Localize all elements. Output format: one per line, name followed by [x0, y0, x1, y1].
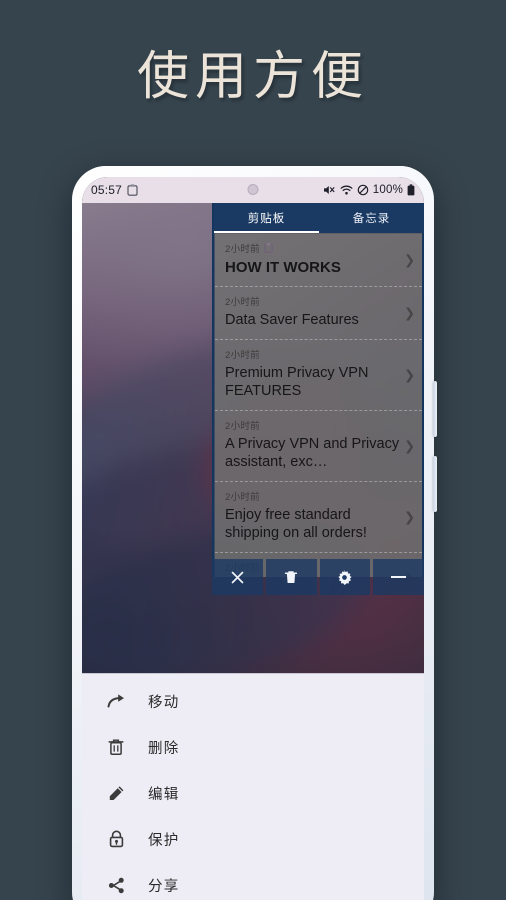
phone-mockup: 05:57 100% 剪贴板 备忘录 2小时前 HOW IT WORKS ❯ 2… [72, 166, 437, 900]
menu-item-protect-label: 保护 [148, 832, 180, 849]
menu-item-share-label: 分享 [148, 878, 180, 895]
trash-icon [106, 738, 126, 756]
close-icon [230, 570, 245, 585]
share-nodes-icon [106, 877, 126, 894]
list-item-meta: 2小时前 [225, 294, 400, 308]
menu-item-share[interactable]: 分享 [82, 862, 424, 900]
battery-percent: 100% [372, 184, 403, 196]
wifi-icon [340, 184, 353, 196]
list-item-time: 2小时前 [225, 349, 260, 361]
clipboard-window: 剪贴板 备忘录 2小时前 HOW IT WORKS ❯ 2小时前 Data Sa… [212, 203, 424, 577]
tab-memo-label: 备忘录 [352, 213, 391, 225]
promo-screenshot: 使用方便 05:57 100% 剪贴板 备忘录 2小时前 HOW IT WORK… [0, 0, 506, 900]
list-item-meta: 2小时前 [225, 489, 400, 503]
list-item[interactable]: 2小时前 A Privacy VPN and Privacy assistant… [215, 411, 422, 482]
delete-button[interactable] [265, 559, 317, 595]
tab-bar: 剪贴板 备忘录 [214, 203, 424, 233]
menu-item-move[interactable]: 移动 [82, 678, 424, 724]
context-menu: 移动 删除 编辑 保护 分享 [82, 673, 424, 900]
clipboard-icon [264, 243, 273, 253]
tab-memo[interactable]: 备忘录 [319, 203, 424, 233]
share-arrow-icon [106, 693, 126, 709]
volume-down-button[interactable] [433, 456, 437, 512]
close-button[interactable] [212, 559, 263, 595]
status-time: 05:57 [91, 183, 123, 197]
minimize-icon [391, 576, 407, 578]
do-not-disturb-icon [357, 184, 369, 196]
list-item-meta: 2小时前 [225, 418, 400, 432]
trash-icon [284, 570, 298, 585]
tab-clipboard-label: 剪贴板 [247, 213, 286, 225]
chevron-right-icon: ❯ [404, 252, 415, 268]
tab-clipboard[interactable]: 剪贴板 [214, 203, 319, 233]
volume-up-button[interactable] [433, 381, 437, 437]
menu-item-protect[interactable]: 保护 [82, 816, 424, 862]
camera-punch-hole [247, 184, 259, 195]
list-item[interactable]: 2小时前 HOW IT WORKS ❯ [215, 233, 422, 288]
status-bar-left: 05:57 [91, 183, 138, 197]
chevron-right-icon: ❯ [404, 438, 415, 454]
menu-item-delete-label: 删除 [148, 740, 180, 757]
list-item-text: Data Saver Features [225, 312, 359, 329]
list-item-text: HOW IT WORKS [225, 259, 341, 276]
menu-item-edit-label: 编辑 [148, 786, 180, 803]
minimize-button[interactable] [373, 559, 424, 595]
list-item-time: 2小时前 [225, 420, 260, 432]
lock-icon [106, 830, 126, 848]
chevron-right-icon: ❯ [404, 305, 415, 321]
list-item-time: 2小时前 [225, 491, 260, 503]
page-title: 使用方便 [136, 48, 369, 106]
battery-full-icon [407, 184, 415, 196]
pencil-icon [106, 785, 126, 802]
list-item-meta: 2小时前 [225, 241, 400, 255]
list-item-text: Enjoy free standard shipping on all orde… [225, 506, 367, 542]
phone-screen: 05:57 100% 剪贴板 备忘录 2小时前 HOW IT WORKS ❯ 2… [82, 177, 424, 900]
mute-icon [323, 184, 336, 196]
chevron-right-icon: ❯ [404, 367, 415, 383]
list-item[interactable]: 2小时前 Enjoy free standard shipping on all… [215, 482, 422, 554]
clipboard-icon [127, 184, 138, 196]
menu-item-delete[interactable]: 删除 [82, 724, 424, 770]
list-item[interactable]: 2小时前 Premium Privacy VPN FEATURES ❯ [215, 340, 422, 411]
list-item-time: 2小时前 [225, 297, 260, 309]
clipboard-toolbar [212, 559, 424, 595]
list-item-text: Premium Privacy VPN FEATURES [225, 364, 369, 400]
status-bar-right: 100% [323, 184, 415, 196]
list-item-text: A Privacy VPN and Privacy assistant, exc… [225, 435, 400, 471]
menu-item-edit[interactable]: 编辑 [82, 770, 424, 816]
gear-icon [337, 569, 352, 585]
list-item[interactable]: 2小时前 Data Saver Features ❯ [215, 287, 422, 340]
settings-button[interactable] [319, 559, 371, 595]
chevron-right-icon: ❯ [404, 509, 415, 525]
list-item-meta: 2小时前 [225, 347, 400, 361]
menu-item-move-label: 移动 [148, 694, 180, 711]
clipboard-list[interactable]: 2小时前 HOW IT WORKS ❯ 2小时前 Data Saver Feat… [214, 233, 424, 577]
list-item-time: 2小时前 [225, 244, 260, 255]
